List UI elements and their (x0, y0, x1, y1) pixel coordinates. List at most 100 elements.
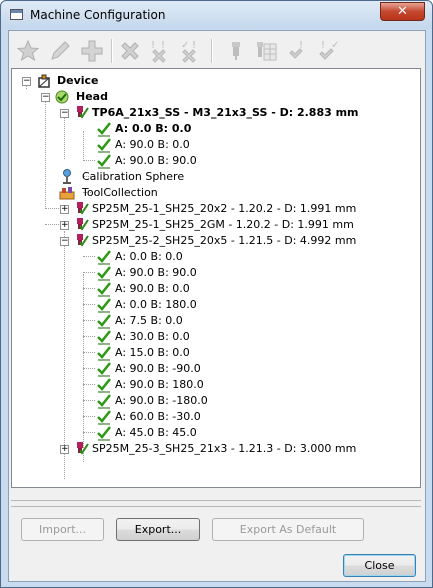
angle-check-icon (97, 426, 111, 441)
tree-node-label: A: 90.0 B: 90.0 (115, 154, 197, 167)
footer-divider (11, 506, 421, 507)
angle-check-icon (97, 330, 111, 345)
collapse-icon[interactable]: − (60, 237, 69, 246)
angle-check-icon (97, 282, 111, 297)
tree-node-label: A: 90.0 B: 0.0 (115, 138, 190, 151)
toolbar: !! ✓! ! ! ✓ (11, 33, 423, 69)
tree-node-label: Calibration Sphere (82, 170, 185, 183)
export-as-default-button[interactable]: Export As Default (212, 518, 364, 541)
svg-text:✓: ✓ (331, 40, 339, 51)
tree-node-label: A: 90.0 B: 0.0 (115, 282, 190, 295)
tree-node-label: SP25M_25-2_SH25_20x5 - 1.21.5 - D: 4.992… (92, 234, 357, 247)
angle-check-icon (97, 138, 111, 153)
star-icon[interactable] (13, 36, 43, 66)
check-mark-icon[interactable]: ! ✓ (313, 36, 343, 66)
angle-check-icon (97, 378, 111, 393)
plus-icon[interactable] (77, 36, 107, 66)
collapse-icon[interactable]: − (41, 93, 50, 102)
tree-node-angle[interactable]: A: 90.0 B: 0.0 (96, 137, 316, 153)
probe-icon (77, 442, 89, 455)
close-button[interactable]: Close (343, 554, 416, 577)
tree-node-label: A: 7.5 B: 0.0 (115, 314, 183, 327)
tree-node-angle[interactable]: A: 0.0 B: 0.0 (96, 121, 316, 137)
tree-node-angle[interactable]: A: 7.5 B: 0.0 (96, 313, 316, 329)
tree-node-label: A: 90.0 B: 180.0 (115, 378, 204, 391)
tree-node-label: A: 30.0 B: 0.0 (115, 330, 190, 343)
tree-node-angle[interactable]: A: 60.0 B: -30.0 (96, 409, 316, 425)
collapse-icon[interactable]: − (60, 109, 69, 118)
tree-node-label: A: 90.0 B: -180.0 (115, 394, 208, 407)
tree-node-label: ToolCollection (82, 186, 158, 199)
expand-icon[interactable]: + (60, 221, 69, 230)
angle-check-icon (97, 410, 111, 425)
window-close-button[interactable]: ✕ (380, 2, 425, 21)
tree-node-label: A: 0.0 B: 0.0 (115, 122, 192, 135)
tree-node-label: Device (57, 74, 99, 87)
device-icon (38, 74, 50, 88)
probe-icon (77, 202, 89, 215)
tree-node-tool[interactable]: + SP25M_25-1_SH25_2GM - 1.20.2 - D: 1.99… (59, 217, 414, 233)
head-icon (55, 90, 69, 104)
tree-node-label: A: 90.0 B: 90.0 (115, 266, 197, 279)
tree-node-label: SP25M_25-1_SH25_20x2 - 1.20.2 - D: 1.991… (92, 202, 357, 215)
tree-node-angle[interactable]: A: 15.0 B: 0.0 (96, 345, 316, 361)
dialog-client: !! ✓! ! ! ✓ − Device − Head − TP6A_21x3_… (8, 30, 426, 582)
tree-node-angle[interactable]: A: 0.0 B: 0.0 (96, 249, 316, 265)
export-button[interactable]: Export... (116, 518, 200, 541)
delete-x-icon[interactable] (115, 36, 145, 66)
table-mark-icon[interactable]: ! (283, 36, 313, 66)
calibration-sphere-icon (63, 169, 71, 184)
expand-icon[interactable]: + (60, 205, 69, 214)
tree-node-angle[interactable]: A: 90.0 B: 90.0 (96, 153, 316, 169)
tree-node-probe-main[interactable]: − TP6A_21x3_SS - M3_21x3_SS - D: 2.883 m… (59, 105, 414, 121)
tree-node-tool-collection[interactable]: ToolCollection (59, 185, 259, 201)
pencil-icon[interactable] (45, 36, 75, 66)
collapse-icon[interactable]: − (22, 77, 31, 86)
angle-check-icon (97, 362, 111, 377)
probe-icon (77, 106, 89, 119)
probe-table-icon[interactable] (251, 36, 281, 66)
tree-node-angle[interactable]: A: 90.0 B: 90.0 (96, 265, 316, 281)
tree-node-head[interactable]: − Head (40, 89, 400, 105)
tree-node-angle[interactable]: A: 45.0 B: 45.0 (96, 425, 316, 441)
angle-check-icon (97, 314, 111, 329)
svg-text:!: ! (192, 40, 196, 51)
svg-text:!: ! (321, 40, 325, 51)
tree-node-calibration-sphere[interactable]: Calibration Sphere (59, 169, 259, 185)
tree-node-label: TP6A_21x3_SS - M3_21x3_SS - D: 2.883 mm (92, 106, 359, 119)
tree-node-tool[interactable]: + SP25M_25-3_SH25_21x3 - 1.21.3 - D: 3.0… (59, 441, 414, 457)
mark-x-icon[interactable]: !! (145, 36, 175, 66)
probe-icon (77, 234, 89, 247)
tree-node-angle[interactable]: A: 90.0 B: -90.0 (96, 361, 316, 377)
tree-node-tool[interactable]: + SP25M_25-1_SH25_20x2 - 1.20.2 - D: 1.9… (59, 201, 414, 217)
window-icon (10, 9, 23, 20)
tree-node-label: A: 90.0 B: -90.0 (115, 362, 201, 375)
tree-node-label: A: 0.0 B: 0.0 (115, 250, 183, 263)
status-strip (11, 490, 421, 501)
mark-check-icon[interactable]: ✓! (175, 36, 205, 66)
tree-node-angle[interactable]: A: 90.0 B: 180.0 (96, 377, 316, 393)
angle-check-icon (97, 122, 111, 137)
probe-icon (77, 218, 89, 231)
expand-icon[interactable]: + (60, 445, 69, 454)
tree-node-angle[interactable]: A: 30.0 B: 0.0 (96, 329, 316, 345)
title-bar: Machine Configuration ✕ (1, 1, 432, 29)
configuration-tree[interactable]: − Device − Head − TP6A_21x3_SS - M3_21x3… (11, 68, 421, 488)
angle-check-icon (97, 154, 111, 169)
angle-check-icon (97, 266, 111, 281)
tree-node-tool[interactable]: − SP25M_25-2_SH25_20x5 - 1.21.5 - D: 4.9… (59, 233, 414, 249)
tree-node-label: A: 0.0 B: 180.0 (115, 298, 197, 311)
tree-node-angle[interactable]: A: 0.0 B: 180.0 (96, 297, 316, 313)
tool-collection-icon (59, 187, 75, 200)
tree-node-label: A: 15.0 B: 0.0 (115, 346, 190, 359)
tree-node-angle[interactable]: A: 90.0 B: -180.0 (96, 393, 316, 409)
tree-node-label: A: 60.0 B: -30.0 (115, 410, 201, 423)
tree-node-label: SP25M_25-1_SH25_2GM - 1.20.2 - D: 1.991 … (92, 218, 354, 231)
import-button[interactable]: Import... (21, 518, 104, 541)
tree-node-device[interactable]: − Device (21, 73, 401, 89)
tree-node-label: Head (76, 90, 108, 103)
probe-icon[interactable] (221, 36, 251, 66)
tree-node-angle[interactable]: A: 90.0 B: 0.0 (96, 281, 316, 297)
angle-check-icon (97, 346, 111, 361)
tree-node-label: SP25M_25-3_SH25_21x3 - 1.21.3 - D: 3.000… (92, 442, 357, 455)
